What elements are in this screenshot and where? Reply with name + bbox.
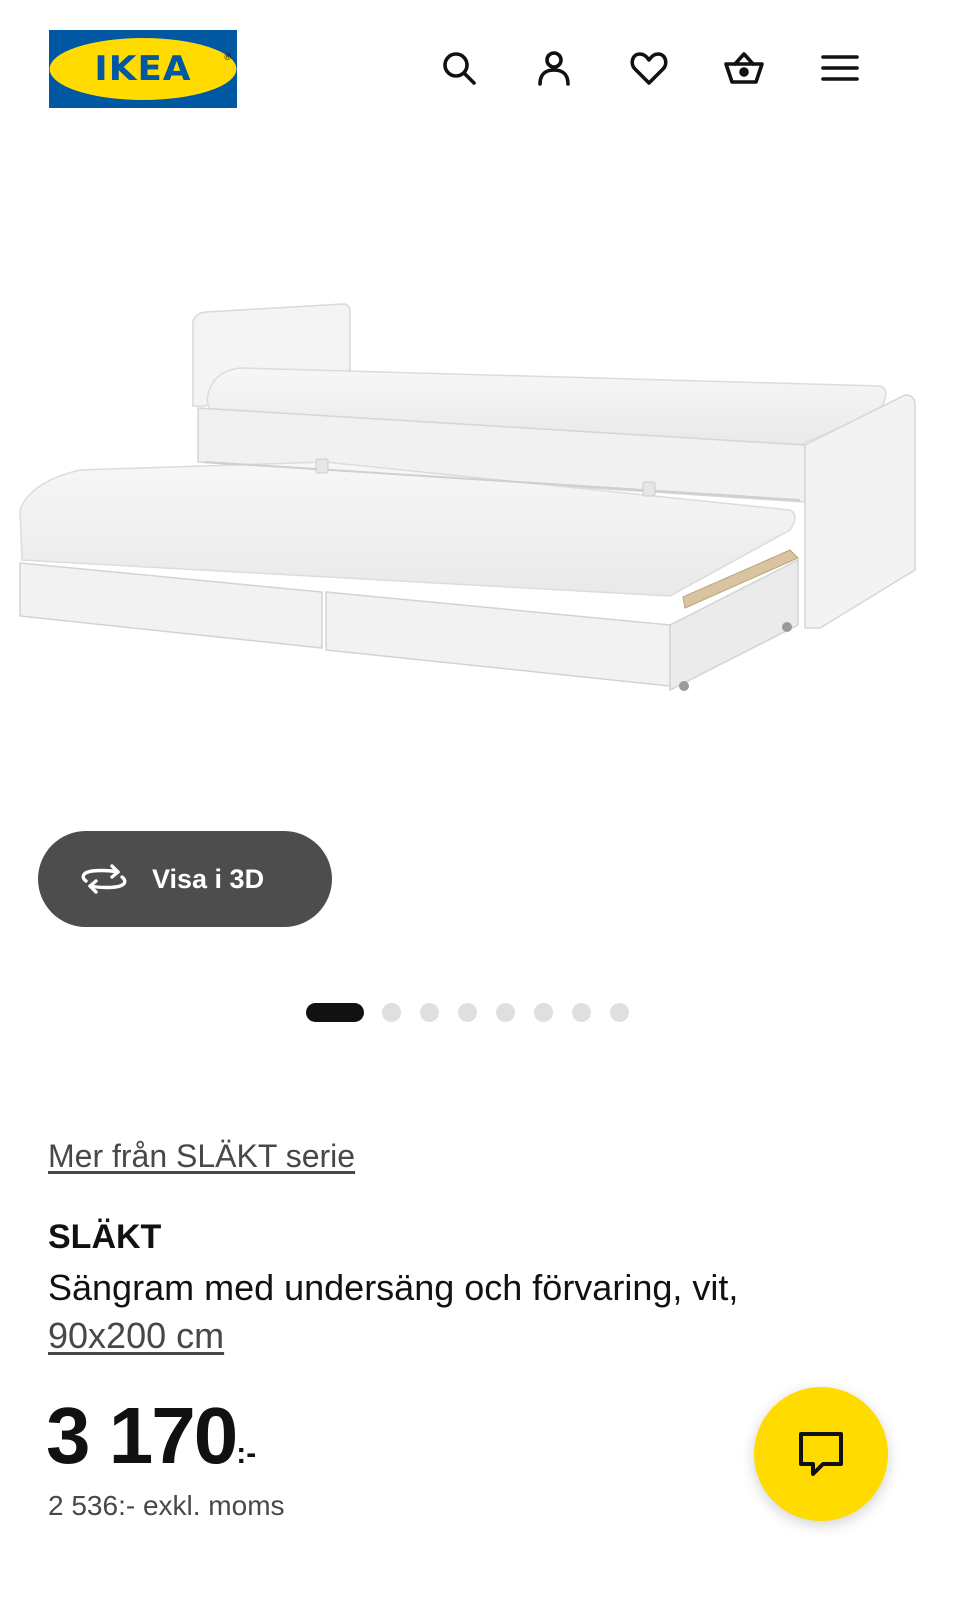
chat-icon xyxy=(799,1432,843,1476)
carousel-dot[interactable] xyxy=(534,1003,553,1022)
product-name: SLÄKT xyxy=(48,1218,162,1256)
ikea-logo[interactable]: IKEA ® xyxy=(49,30,237,108)
basket-icon[interactable] xyxy=(722,46,766,90)
user-icon[interactable] xyxy=(532,46,576,90)
carousel-dot-active[interactable] xyxy=(306,1003,364,1022)
price-value: 3 170 xyxy=(46,1391,238,1480)
product-size-link[interactable]: 90x200 cm xyxy=(48,1315,224,1356)
product-description: Sängram med undersäng och förvaring, vit… xyxy=(48,1264,888,1360)
chat-button[interactable] xyxy=(754,1387,888,1521)
price: 3 170:- xyxy=(46,1390,256,1482)
menu-icon[interactable] xyxy=(818,46,862,90)
product-description-text: Sängram med undersäng och förvaring, vit… xyxy=(48,1267,739,1308)
heart-icon[interactable] xyxy=(627,46,671,90)
view-3d-label: Visa i 3D xyxy=(152,863,265,894)
rotate-3d-icon xyxy=(81,864,127,894)
series-link[interactable]: Mer från SLÄKT serie xyxy=(48,1138,355,1175)
view-3d-button[interactable]: Visa i 3D xyxy=(38,831,332,927)
carousel-dot[interactable] xyxy=(458,1003,477,1022)
product-image[interactable] xyxy=(0,230,954,790)
logo-text: IKEA xyxy=(49,38,237,100)
header: IKEA ® xyxy=(0,0,954,140)
search-icon[interactable] xyxy=(437,46,481,90)
image-carousel-indicator xyxy=(0,1003,954,1023)
price-suffix: :- xyxy=(236,1437,257,1470)
carousel-dot[interactable] xyxy=(496,1003,515,1022)
logo-registered-mark: ® xyxy=(224,52,231,62)
carousel-dot[interactable] xyxy=(420,1003,439,1022)
price-excl-vat: 2 536:- exkl. moms xyxy=(48,1490,285,1521)
carousel-dot[interactable] xyxy=(610,1003,629,1022)
carousel-dot[interactable] xyxy=(572,1003,591,1022)
carousel-dot[interactable] xyxy=(382,1003,401,1022)
